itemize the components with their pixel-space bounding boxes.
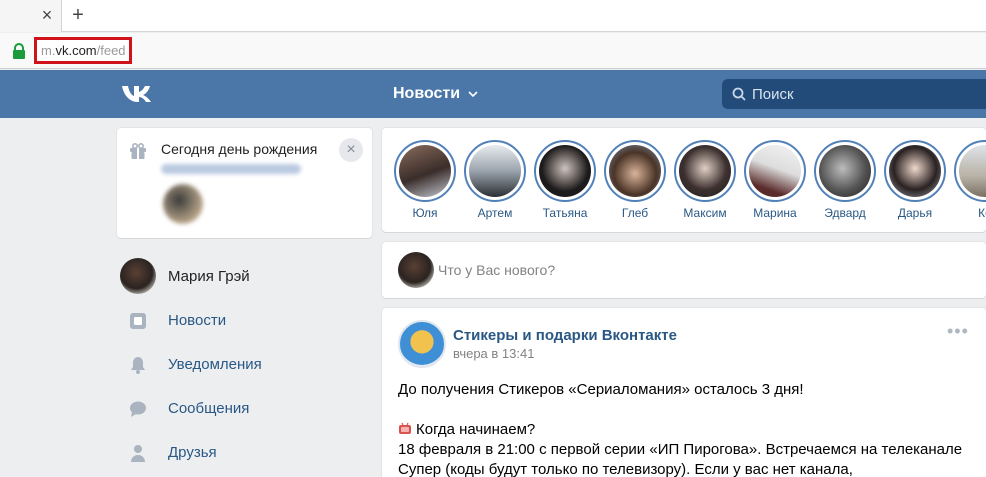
- url-field[interactable]: m.vk.com/feed: [34, 37, 132, 64]
- story-item[interactable]: Глеб: [602, 140, 668, 228]
- sidebar-item-messages[interactable]: Сообщения: [120, 394, 370, 424]
- story-name: Юля: [412, 206, 438, 220]
- nav-title[interactable]: Новости: [393, 84, 460, 104]
- birthday-close-button[interactable]: ×: [339, 138, 363, 162]
- post-line: 18 февраля в 21:00 с первой серии «ИП Пи…: [398, 441, 963, 458]
- tab-close-button[interactable]: ×: [38, 6, 56, 24]
- birthday-card: Сегодня день рождения ×: [117, 128, 372, 238]
- avatar[interactable]: [398, 252, 434, 288]
- story-item[interactable]: Артем: [462, 140, 528, 228]
- stories-bar: Юля Артем Татьяна Глеб Максим Марина Эдв…: [382, 128, 986, 232]
- sidebar-item-label: Новости: [168, 312, 227, 329]
- story-name: Артем: [477, 206, 513, 220]
- composer-input[interactable]: [438, 260, 838, 280]
- search-input[interactable]: [752, 79, 972, 109]
- post-composer: [382, 242, 986, 298]
- sidebar-item-news[interactable]: Новости: [120, 306, 370, 336]
- profile-name[interactable]: Мария Грэй: [168, 268, 250, 286]
- story-name: Дарья: [897, 206, 933, 220]
- post-spacer: [398, 400, 978, 420]
- message-icon: [130, 401, 146, 417]
- sidebar-item-notifications[interactable]: Уведомления: [120, 350, 370, 380]
- url-path: /feed: [96, 43, 126, 58]
- feed-post: Стикеры и подарки Вконтакте вчера в 13:4…: [382, 308, 986, 477]
- story-name: Эдвард: [824, 206, 866, 220]
- more-options-icon[interactable]: •••: [947, 322, 969, 340]
- search-icon: [732, 87, 746, 101]
- post-time[interactable]: вчера в 13:41: [453, 346, 534, 362]
- post-line: Супер (коды будут только по телевизору).…: [398, 461, 853, 477]
- browser-tabstrip: × +: [0, 0, 986, 32]
- birthday-friend-name-blurred[interactable]: [161, 164, 301, 174]
- news-icon: [130, 313, 146, 329]
- vk-logo-icon[interactable]: [120, 82, 160, 106]
- story-item[interactable]: Марина: [742, 140, 808, 228]
- story-item[interactable]: Эдвард: [812, 140, 878, 228]
- birthday-title: Сегодня день рождения: [161, 141, 318, 157]
- address-bar: m.vk.com/feed: [0, 33, 986, 69]
- story-item[interactable]: Юля: [392, 140, 458, 228]
- friends-icon: [131, 445, 145, 462]
- sidebar-item-label: Друзья: [168, 444, 217, 461]
- post-line: Когда начинаем?: [416, 421, 536, 438]
- bell-icon: [131, 357, 145, 374]
- story-name: Татьяна: [542, 206, 588, 220]
- story-item[interactable]: Дарья: [882, 140, 948, 228]
- url-host: vk.com: [55, 43, 97, 58]
- vk-header: Новости: [0, 70, 986, 118]
- post-author-avatar[interactable]: [398, 320, 446, 368]
- lock-icon: [13, 43, 25, 59]
- chevron-down-icon[interactable]: [467, 89, 479, 99]
- story-item[interactable]: Максим: [672, 140, 738, 228]
- gift-icon: [130, 142, 146, 159]
- story-name: Глеб: [621, 206, 649, 220]
- sidebar-item-friends[interactable]: Друзья: [120, 438, 370, 468]
- story-name: Марина: [753, 206, 797, 220]
- story-item[interactable]: Татьяна: [532, 140, 598, 228]
- post-line-with-emoji: Когда начинаем?: [398, 420, 978, 440]
- avatar[interactable]: [120, 258, 156, 294]
- post-author[interactable]: Стикеры и подарки Вконтакте: [453, 327, 677, 345]
- sidebar-profile[interactable]: Мария Грэй: [120, 258, 370, 296]
- browser-tab[interactable]: ×: [0, 0, 62, 32]
- url-prefix: m.: [41, 43, 56, 58]
- search-box[interactable]: [722, 79, 986, 109]
- post-text: До получения Стикеров «Сериаломания» ост…: [398, 380, 978, 477]
- sidebar-item-label: Сообщения: [168, 400, 250, 417]
- tv-emoji-icon: [399, 422, 411, 434]
- story-name: Ко: [978, 206, 986, 220]
- sidebar-item-label: Уведомления: [168, 356, 262, 373]
- story-name: Максим: [683, 206, 727, 220]
- post-line: До получения Стикеров «Сериаломания» ост…: [398, 381, 804, 398]
- story-item[interactable]: Ко: [952, 140, 986, 228]
- birthday-friend-avatar[interactable]: [163, 184, 203, 224]
- new-tab-button[interactable]: +: [68, 4, 88, 26]
